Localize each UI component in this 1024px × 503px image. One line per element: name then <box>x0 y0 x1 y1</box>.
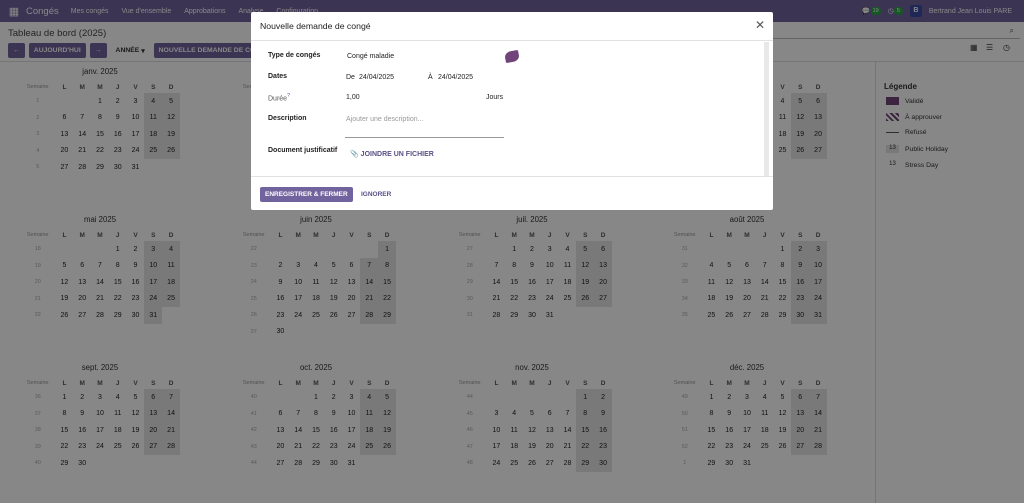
date-to-field[interactable]: 24/04/2025 <box>438 74 473 81</box>
save-close-button[interactable]: ENREGISTRER & FERMER <box>260 187 353 202</box>
description-field[interactable]: Ajouter une description... <box>346 116 423 123</box>
from-label: De <box>346 74 355 81</box>
date-from-field[interactable]: 24/04/2025 <box>359 74 394 81</box>
close-icon[interactable]: ✕ <box>755 18 765 32</box>
leave-request-dialog: Nouvelle demande de congé ✕ Type de cong… <box>251 12 773 210</box>
attach-file-label: JOINDRE UN FICHIER <box>360 151 434 158</box>
leave-type-field[interactable]: Congé maladie <box>347 53 394 60</box>
dialog-scrollbar[interactable] <box>764 42 769 176</box>
leave-type-label: Type de congés <box>268 52 321 59</box>
leaf-icon <box>504 49 520 64</box>
help-icon[interactable]: ? <box>287 93 290 99</box>
duration-unit: Jours <box>486 94 504 101</box>
duration-label-text: Durée <box>268 95 288 103</box>
description-label: Description <box>268 115 307 122</box>
duration-label: Durée? <box>268 93 290 102</box>
description-underline <box>345 137 504 138</box>
attach-file-button[interactable]: 📎 JOINDRE UN FICHIER <box>350 150 434 158</box>
discard-button[interactable]: IGNORER <box>361 191 391 198</box>
attachment-label: Document justificatif <box>268 147 338 154</box>
dates-label: Dates <box>268 73 288 80</box>
paperclip-icon: 📎 <box>350 151 359 158</box>
to-label: À <box>428 74 433 81</box>
duration-field[interactable]: 1,00 <box>346 94 360 101</box>
dialog-title: Nouvelle demande de congé <box>260 21 371 31</box>
dialog-footer: ENREGISTRER & FERMER IGNORER <box>251 176 773 210</box>
